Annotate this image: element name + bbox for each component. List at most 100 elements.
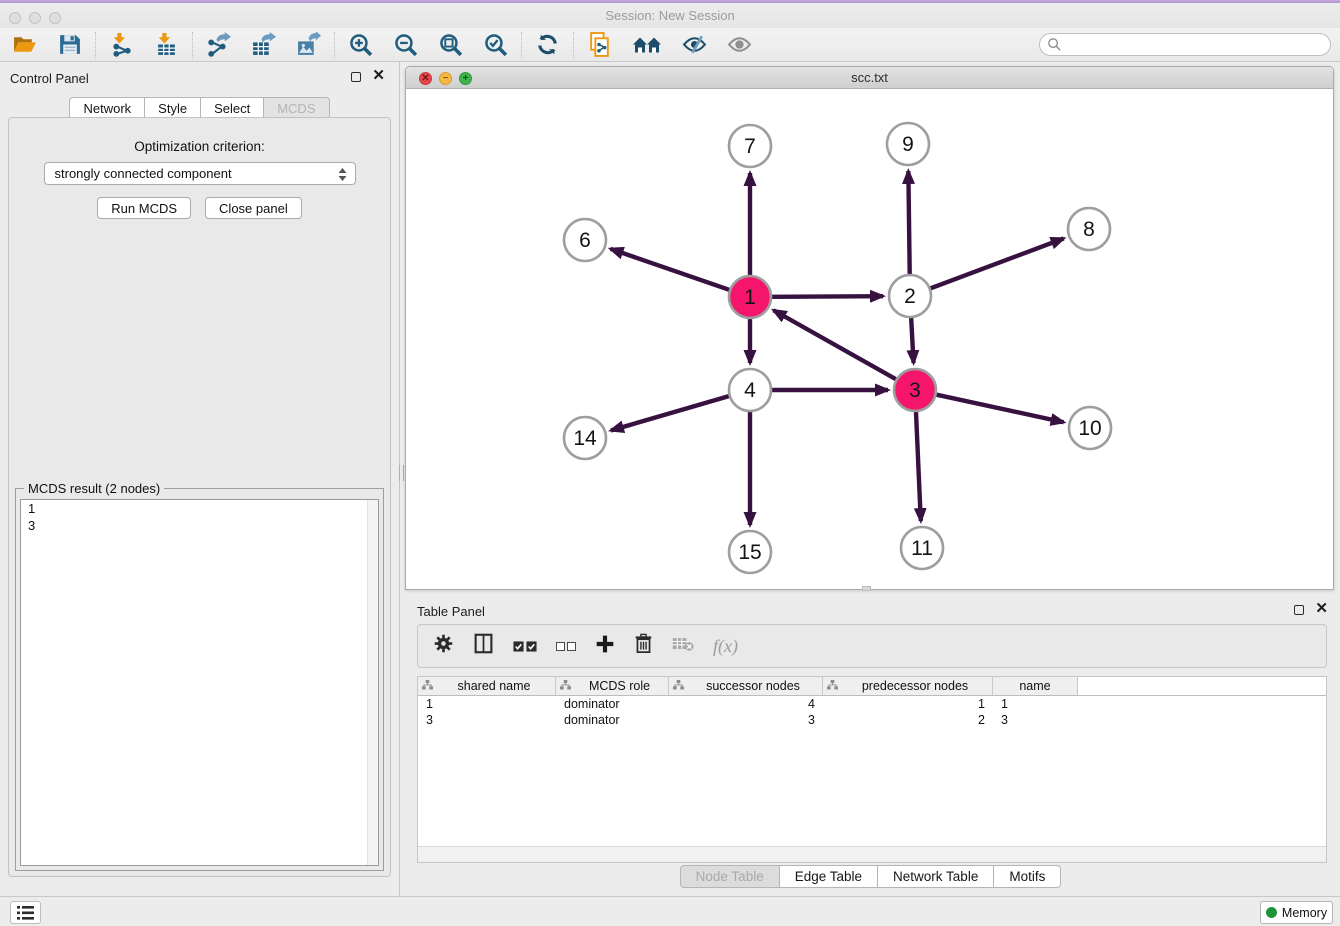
result-scrollbar[interactable]	[367, 500, 378, 865]
main-toolbar	[0, 28, 1340, 62]
table-panel-float-icon[interactable]	[1294, 605, 1304, 615]
panel-divider-handle[interactable]	[399, 465, 404, 481]
table-cell[interactable]: 2	[823, 712, 993, 728]
export-table-icon[interactable]	[251, 32, 276, 57]
search-input[interactable]	[1039, 33, 1331, 56]
refresh-icon[interactable]	[535, 32, 560, 57]
graph-node-label-11: 11	[911, 537, 933, 560]
memory-status-icon	[1266, 907, 1277, 918]
delete-table-icon[interactable]	[672, 636, 694, 657]
function-builder-icon[interactable]: f(x)	[713, 636, 738, 657]
table-horizontal-scrollbar[interactable]	[418, 846, 1326, 862]
graph-node-label-10: 10	[1078, 417, 1101, 440]
graph-edge-3-10[interactable]	[936, 395, 1063, 423]
control-panel: Control Panel ✕ Network Style Select MCD…	[0, 62, 400, 896]
network-graph[interactable]: 1234678910111415	[406, 89, 1333, 589]
open-session-icon[interactable]	[12, 32, 37, 57]
select-all-columns-icon[interactable]	[513, 641, 537, 652]
mcds-panel-body: Optimization criterion: strongly connect…	[8, 117, 391, 877]
graph-edge-2-3[interactable]	[911, 318, 913, 363]
import-network-icon[interactable]	[109, 32, 134, 57]
add-column-icon[interactable]	[595, 634, 615, 659]
tab-network-table[interactable]: Network Table	[878, 865, 994, 888]
graph-node-label-4: 4	[744, 379, 756, 402]
table-cell[interactable]: 1	[823, 696, 993, 712]
table-toolbar: f(x)	[417, 624, 1327, 668]
hierarchy-sort-icon	[827, 679, 838, 693]
table-row[interactable]: 1dominator411	[418, 696, 1326, 712]
graph-edge-4-14[interactable]	[611, 396, 729, 430]
table-panel-close-icon[interactable]: ✕	[1315, 599, 1328, 617]
table-cell[interactable]: dominator	[556, 696, 669, 712]
column-header-label: name	[993, 679, 1077, 693]
mcds-result-list[interactable]: 1 3	[20, 499, 379, 866]
hide-selected-icon[interactable]	[682, 32, 707, 57]
network-canvas[interactable]: 1234678910111415	[406, 89, 1333, 589]
application-window: Session: New Session	[0, 0, 1340, 926]
criterion-select[interactable]: strongly connected component	[44, 162, 356, 185]
import-table-icon[interactable]	[154, 32, 179, 57]
column-header-successor-nodes[interactable]: successor nodes	[669, 677, 823, 695]
table-cell[interactable]: 4	[669, 696, 823, 712]
column-header-shared-name[interactable]: shared name	[418, 677, 556, 695]
export-image-icon[interactable]	[296, 32, 321, 57]
graph-edge-3-11[interactable]	[916, 412, 921, 521]
graph-edge-1-2[interactable]	[772, 296, 883, 297]
table-cell[interactable]: dominator	[556, 712, 669, 728]
control-panel-title: Control Panel	[10, 71, 89, 86]
show-all-icon[interactable]	[727, 32, 752, 57]
column-header-label: predecessor nodes	[838, 679, 992, 693]
table-cell[interactable]: 3	[669, 712, 823, 728]
save-session-icon[interactable]	[57, 32, 82, 57]
graph-node-label-8: 8	[1083, 218, 1095, 241]
optimization-criterion-label: Optimization criterion:	[9, 139, 390, 154]
status-bar: Memory	[0, 896, 1340, 926]
graph-node-label-14: 14	[573, 427, 597, 450]
column-header-MCDS-role[interactable]: MCDS role	[556, 677, 669, 695]
table-cell[interactable]: 3	[418, 712, 556, 728]
table-tabs: Node Table Edge Table Network Table Moti…	[401, 865, 1340, 888]
graph-node-label-3: 3	[909, 379, 921, 402]
network-resize-handle[interactable]	[862, 586, 871, 591]
node-table[interactable]: shared nameMCDS rolesuccessor nodes prede…	[417, 676, 1327, 863]
run-mcds-button[interactable]: Run MCDS	[97, 197, 191, 219]
graph-edge-2-9[interactable]	[908, 171, 909, 274]
zoom-in-icon[interactable]	[348, 32, 373, 57]
graph-edge-2-8[interactable]	[931, 238, 1064, 288]
memory-button[interactable]: Memory	[1260, 901, 1333, 924]
column-header-label: shared name	[433, 679, 555, 693]
graph-edge-3-1[interactable]	[774, 310, 896, 379]
table-cell[interactable]: 1	[993, 696, 1078, 712]
close-panel-button[interactable]: Close panel	[205, 197, 302, 219]
network-window-titlebar[interactable]: ✕ − + scc.txt	[406, 67, 1333, 89]
memory-label: Memory	[1282, 906, 1327, 920]
control-panel-float-icon[interactable]	[351, 72, 361, 82]
graph-edge-1-6[interactable]	[611, 249, 730, 290]
tab-edge-table[interactable]: Edge Table	[780, 865, 878, 888]
zoom-fit-icon[interactable]	[438, 32, 463, 57]
title-bar[interactable]: Session: New Session	[0, 3, 1340, 28]
tab-node-table[interactable]: Node Table	[680, 865, 780, 888]
duplicate-network-icon[interactable]	[587, 32, 612, 57]
network-view-window: ✕ − + scc.txt 1234678910111415	[405, 66, 1334, 590]
column-visibility-icon[interactable]	[473, 633, 494, 659]
zoom-selected-icon[interactable]	[483, 32, 508, 57]
search-icon	[1047, 37, 1062, 57]
task-history-button[interactable]	[10, 901, 41, 924]
settings-gear-icon[interactable]	[433, 633, 454, 659]
table-row[interactable]: 3dominator323	[418, 712, 1326, 728]
graph-node-label-1: 1	[744, 286, 756, 309]
column-header-predecessor-nodes[interactable]: predecessor nodes	[823, 677, 993, 695]
deselect-all-columns-icon[interactable]	[556, 642, 576, 651]
first-neighbors-icon[interactable]	[632, 32, 662, 57]
zoom-out-icon[interactable]	[393, 32, 418, 57]
export-network-icon[interactable]	[206, 32, 231, 57]
table-cell[interactable]: 1	[418, 696, 556, 712]
control-panel-close-icon[interactable]: ✕	[372, 66, 385, 84]
table-panel-title: Table Panel	[417, 604, 485, 619]
table-cell[interactable]: 3	[993, 712, 1078, 728]
toolbar-separator	[573, 32, 574, 58]
column-header-name[interactable]: name	[993, 677, 1078, 695]
tab-motifs[interactable]: Motifs	[994, 865, 1061, 888]
delete-column-icon[interactable]	[634, 633, 653, 659]
